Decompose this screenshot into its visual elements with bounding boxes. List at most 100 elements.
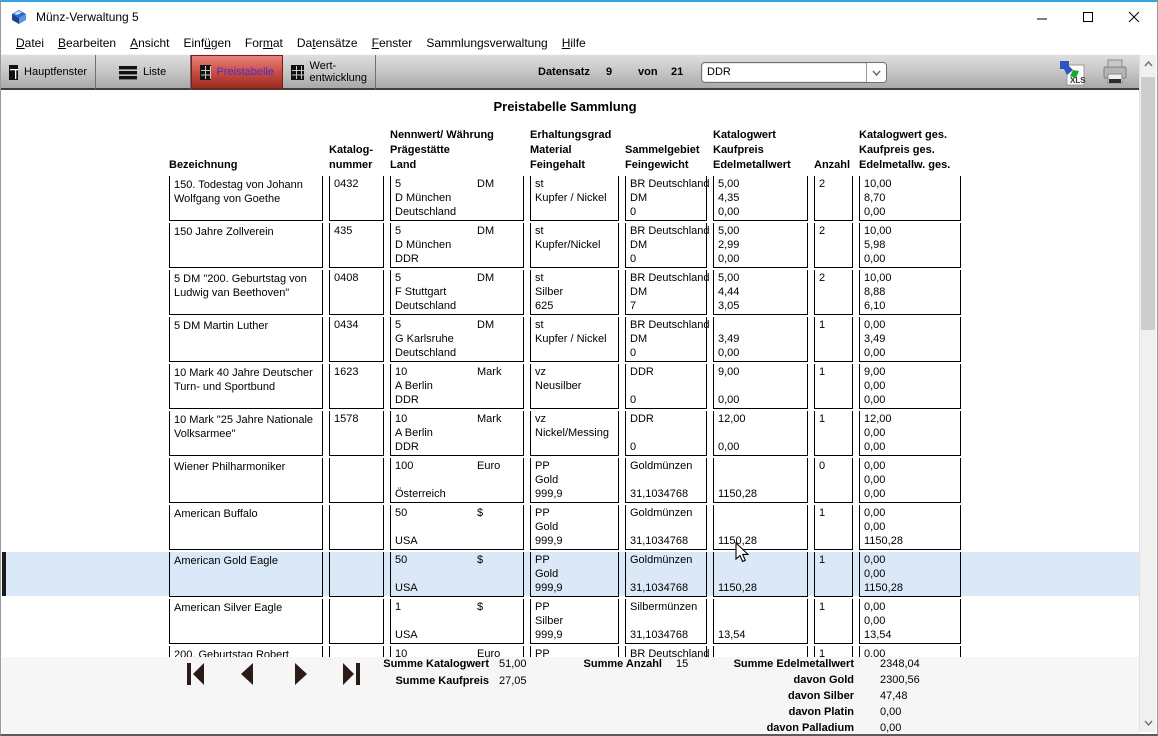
cell-erhaltungsgrad: PPGold999,9 (530, 505, 619, 550)
table-row[interactable]: 10 Mark "25 Jahre Nationale Volksarmee"1… (2, 411, 1141, 458)
cell-katalogwert: 9,000,00 (713, 364, 808, 409)
table-row[interactable]: American Buffalo50$USAPPGold999,9Goldmün… (2, 505, 1141, 552)
cell-katalognummer: 1623 (329, 364, 384, 409)
cell-sammelgebiet: BR DeutschlandDM0 (625, 176, 707, 221)
cell-sammelgebiet: DDR0 (625, 364, 707, 409)
cell-anzahl: 0 (814, 458, 853, 503)
cell-erhaltungsgrad: vzNickel/Messing (530, 411, 619, 456)
menu-item-sammlungsverwaltung[interactable]: Sammlungsverwaltung (419, 34, 554, 53)
column-header-5: KatalogwertKaufpreisEdelmetallwert (713, 128, 808, 173)
cell-katalogwert-ges: 10,008,886,10 (859, 270, 961, 315)
print-button[interactable] (1099, 57, 1131, 87)
collection-filter-select[interactable]: DDR (701, 62, 887, 83)
xls-export-icon: XLS (1057, 57, 1087, 87)
previous-record-button[interactable] (236, 661, 258, 687)
record-of-label: von (638, 66, 658, 78)
page-title: Preistabelle Sammlung (169, 99, 961, 114)
cell-anzahl: 1 (814, 646, 853, 657)
xls-export-button[interactable]: XLS (1056, 57, 1088, 87)
table-row[interactable]: American Silver Eagle1$USAPPSilber999,9S… (2, 599, 1141, 646)
column-header-7: Katalogwert ges.Kaufpreis ges.Edelmetall… (859, 128, 961, 173)
davon-silber-label: davon Silber (702, 690, 854, 702)
cell-sammelgebiet: Goldmünzen31,1034768 (625, 505, 707, 550)
table-row[interactable]: American Gold Eagle50$USAPPGold999,9Gold… (2, 552, 1141, 599)
cell-erhaltungsgrad: stSilber625 (530, 270, 619, 315)
menu-item-hilfe[interactable]: Hilfe (555, 34, 593, 53)
close-button[interactable] (1111, 2, 1157, 32)
record-index: 9 (606, 66, 612, 78)
first-record-button[interactable] (185, 661, 207, 687)
next-record-button[interactable] (290, 661, 312, 687)
vertical-scrollbar[interactable] (1139, 55, 1156, 732)
table-row[interactable]: 5 DM Martin Luther04345DMG KarlsruheDeut… (2, 317, 1141, 364)
scrollbar-thumb[interactable] (1141, 77, 1155, 330)
svg-text:XLS: XLS (1070, 76, 1086, 85)
table-row[interactable]: 200. Geburtstag Robert10EuroPPBR Deutsch… (2, 646, 1141, 657)
minimize-button[interactable] (1019, 2, 1065, 32)
cell-katalognummer: 1578 (329, 411, 384, 456)
cell-bezeichnung: Wiener Philharmoniker (169, 458, 323, 503)
menu-item-datenstze[interactable]: Datensätze (290, 34, 365, 53)
preistabelle-button[interactable]: Preistabelle (191, 55, 283, 89)
cell-anzahl: 2 (814, 270, 853, 315)
column-header-0: Bezeichnung (169, 128, 323, 173)
cell-katalognummer (329, 552, 384, 597)
cell-erhaltungsgrad: PPSilber999,9 (530, 599, 619, 644)
cell-bezeichnung: 5 DM Martin Luther (169, 317, 323, 362)
liste-button[interactable]: Liste (111, 55, 191, 89)
cell-nennwert: 5DMF StuttgartDeutschland (390, 270, 524, 315)
maximize-button[interactable] (1065, 2, 1111, 32)
scroll-up-icon[interactable] (1140, 55, 1156, 73)
cell-katalognummer (329, 646, 384, 657)
cell-katalogwert-ges: 0,000,001150,28 (859, 552, 961, 597)
window-icon (9, 65, 18, 80)
column-header-2: Nennwert/ WährungPrägestätteLand (390, 128, 524, 173)
menu-item-fenster[interactable]: Fenster (365, 34, 420, 53)
cell-katalogwert-ges: 0,000,0013,54 (859, 599, 961, 644)
cell-nennwert: 5DMG KarlsruheDeutschland (390, 317, 524, 362)
menu-item-format[interactable]: Format (238, 34, 290, 53)
table-row[interactable]: 150 Jahre Zollverein4355DMD MünchenDDRst… (2, 223, 1141, 270)
wertentwicklung-button[interactable]: Wert- entwicklung (283, 55, 376, 89)
cell-erhaltungsgrad: stKupfer/Nickel (530, 223, 619, 268)
cell-sammelgebiet: BR DeutschlandDM7 (625, 270, 707, 315)
cell-katalogwert: 1150,28 (713, 458, 808, 503)
cell-sammelgebiet: Goldmünzen31,1034768 (625, 552, 707, 597)
cell-katalognummer: 0408 (329, 270, 384, 315)
table-row[interactable]: 10 Mark 40 Jahre Deutscher Turn- und Spo… (2, 364, 1141, 411)
summe-edelmetallwert-value: 2348,04 (880, 658, 920, 670)
cell-katalogwert: 1150,28 (713, 505, 808, 550)
summe-kaufpreis-label: Summe Kaufpreis (332, 675, 489, 687)
cell-nennwert: 10Euro (390, 646, 524, 657)
toolbar: Hauptfenster Liste Preistabelle (1, 54, 1140, 90)
cell-nennwert: 5DMD MünchenDDR (390, 223, 524, 268)
cell-sammelgebiet: BR Deutschland (625, 646, 707, 657)
list-icon (119, 65, 137, 80)
column-header-4: SammelgebietFeingewicht (625, 128, 707, 173)
cell-anzahl: 2 (814, 176, 853, 221)
cell-sammelgebiet: Silbermünzen31,1034768 (625, 599, 707, 644)
table-row[interactable]: 150. Todestag von Johann Wolfgang von Go… (2, 176, 1141, 223)
menu-item-datei[interactable]: Datei (9, 34, 51, 53)
cell-katalogwert (713, 646, 808, 657)
cell-bezeichnung: 10 Mark 40 Jahre Deutscher Turn- und Spo… (169, 364, 323, 409)
scroll-down-icon[interactable] (1140, 714, 1156, 732)
menu-item-bearbeiten[interactable]: Bearbeiten (51, 34, 123, 53)
cell-bezeichnung: American Silver Eagle (169, 599, 323, 644)
mouse-cursor (734, 542, 750, 564)
cell-katalogwert-ges: 10,005,980,00 (859, 223, 961, 268)
cell-sammelgebiet: BR DeutschlandDM0 (625, 317, 707, 362)
window-title: Münz-Verwaltung 5 (36, 10, 139, 24)
menu-item-ansicht[interactable]: Ansicht (123, 34, 176, 53)
cell-bezeichnung: American Gold Eagle (169, 552, 323, 597)
menu-item-einfgen[interactable]: Einfügen (176, 34, 237, 53)
table-icon (291, 65, 304, 80)
table-row[interactable]: 5 DM "200. Geburtstag von Ludwig van Bee… (2, 270, 1141, 317)
table-row[interactable]: Wiener Philharmoniker100EuroÖsterreichPP… (2, 458, 1141, 505)
cell-katalogwert-ges: 9,000,000,00 (859, 364, 961, 409)
app-window: Münz-Verwaltung 5 DateiBearbeitenAnsicht… (0, 0, 1158, 736)
davon-palladium-value: 0,00 (880, 722, 901, 734)
hauptfenster-button[interactable]: Hauptfenster (1, 55, 96, 89)
cell-nennwert: 5DMD MünchenDeutschland (390, 176, 524, 221)
chevron-down-icon[interactable] (866, 63, 886, 82)
